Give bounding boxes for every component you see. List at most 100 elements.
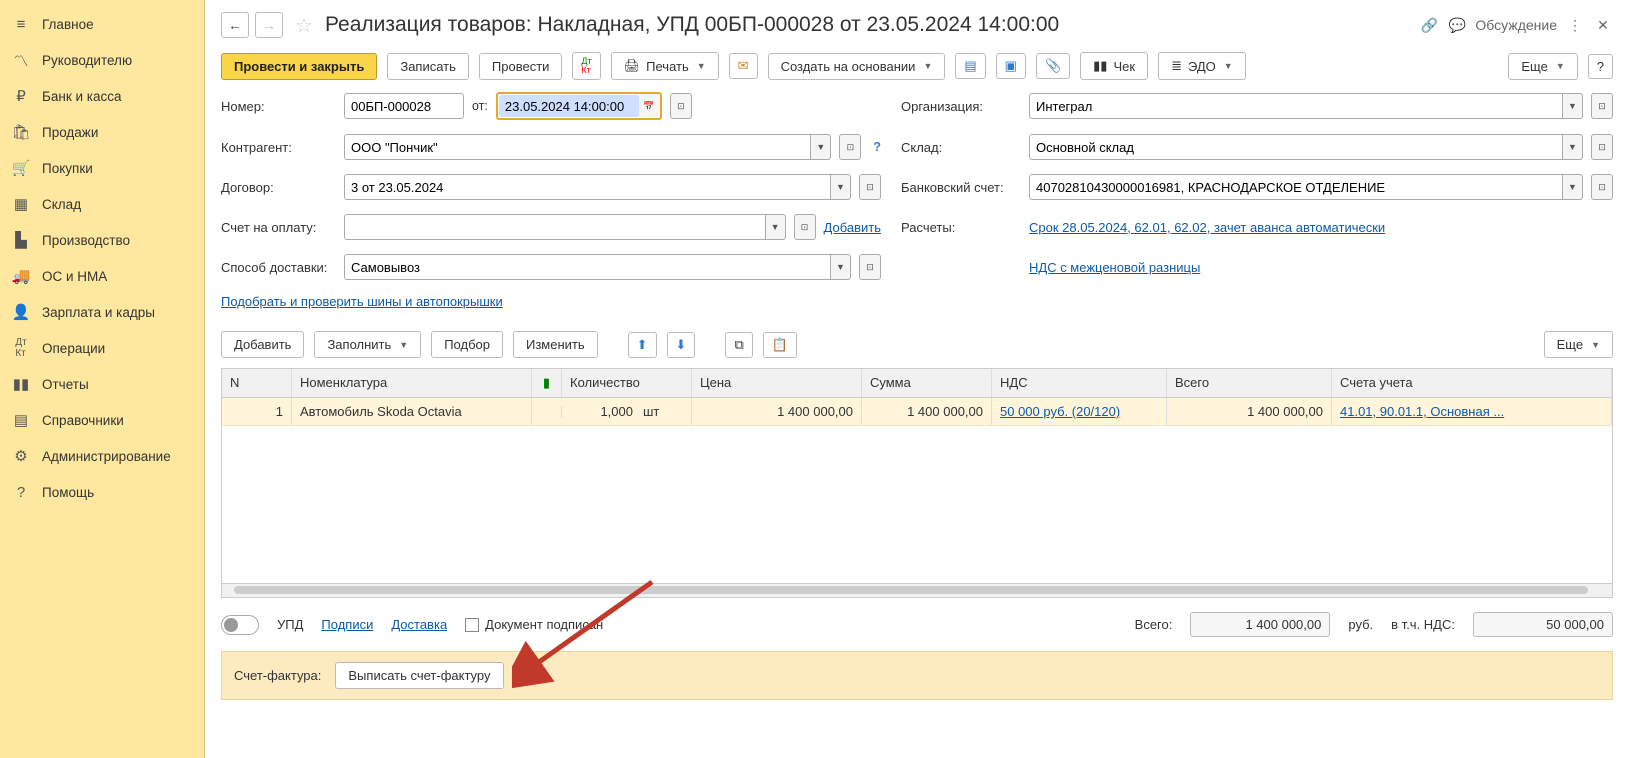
invoice-field[interactable]: [344, 214, 766, 240]
sidebar-item-main[interactable]: ≡Главное: [0, 6, 204, 42]
date-field[interactable]: [499, 95, 639, 117]
sidebar-item-hr[interactable]: 👤Зарплата и кадры: [0, 294, 204, 330]
org-field[interactable]: [1029, 93, 1563, 119]
back-button[interactable]: ←: [221, 12, 249, 38]
dropdown-icon[interactable]: ▼: [831, 174, 851, 200]
th-mark[interactable]: ▮: [532, 369, 562, 397]
th-sum[interactable]: Сумма: [862, 369, 992, 397]
sidebar-item-admin[interactable]: ⚙Администрирование: [0, 438, 204, 474]
table-scrollbar[interactable]: [222, 583, 1612, 597]
calendar-icon[interactable]: 📅: [639, 95, 659, 117]
link-icon[interactable]: 🔗: [1419, 15, 1439, 35]
cheque-button[interactable]: ▮▮Чек: [1080, 52, 1148, 80]
move-down-button[interactable]: ⬇: [667, 332, 696, 358]
settlements-link[interactable]: Срок 28.05.2024, 62.01, 62.02, зачет ава…: [1029, 220, 1385, 235]
open-icon[interactable]: ⊡: [794, 214, 816, 240]
save-button[interactable]: Записать: [387, 53, 469, 80]
dropdown-icon[interactable]: ▼: [811, 134, 831, 160]
table-pick-button[interactable]: Подбор: [431, 331, 503, 358]
th-nds[interactable]: НДС: [992, 369, 1167, 397]
side-label: Отчеты: [42, 377, 89, 392]
dropdown-icon[interactable]: ▼: [1563, 134, 1583, 160]
dtkt-button[interactable]: ДтКт: [572, 52, 600, 80]
table-row[interactable]: 1 Автомобиль Skoda Octavia 1,000шт 1 400…: [222, 398, 1612, 426]
dropdown-icon[interactable]: ▼: [831, 254, 851, 280]
paste-button[interactable]: 📋: [763, 332, 797, 358]
create-invoice-button[interactable]: Выписать счет-фактуру: [335, 662, 503, 689]
open-icon[interactable]: ⊡: [670, 93, 692, 119]
sidebar-item-manager[interactable]: 〽Руководителю: [0, 42, 204, 78]
warehouse-field[interactable]: [1029, 134, 1563, 160]
sidebar-item-directories[interactable]: ▤Справочники: [0, 402, 204, 438]
attach-button[interactable]: 📎: [1036, 53, 1070, 79]
th-quantity[interactable]: Количество: [562, 369, 692, 397]
table-change-button[interactable]: Изменить: [513, 331, 598, 358]
bank-field[interactable]: [1029, 174, 1563, 200]
cell-accounts: 41.01, 90.01.1, Основная ...: [1332, 398, 1612, 425]
main: ← → ☆ Реализация товаров: Накладная, УПД…: [205, 0, 1629, 758]
th-n[interactable]: N: [222, 369, 292, 397]
upd-label: УПД: [277, 617, 303, 632]
edo-button[interactable]: ≣ЭДО▼: [1158, 52, 1246, 80]
chat-icon[interactable]: 💬: [1447, 15, 1467, 35]
sidebar-item-bank[interactable]: ₽Банк и касса: [0, 78, 204, 114]
open-icon[interactable]: ⊡: [839, 134, 861, 160]
sidebar-item-purchases[interactable]: 🛒Покупки: [0, 150, 204, 186]
signed-checkbox[interactable]: [465, 618, 479, 632]
delivery-field[interactable]: [344, 254, 831, 280]
upd-toggle[interactable]: [221, 615, 259, 635]
sidebar-item-sales[interactable]: 🛍Продажи: [0, 114, 204, 150]
page-title: Реализация товаров: Накладная, УПД 00БП-…: [325, 13, 1059, 37]
toolbar-more-button[interactable]: Еще▼: [1508, 53, 1577, 80]
star-icon[interactable]: ☆: [295, 13, 313, 38]
more-icon[interactable]: ⋮: [1565, 15, 1585, 35]
doc1-button[interactable]: ▤: [955, 53, 985, 79]
sidebar-item-help[interactable]: ?Помощь: [0, 474, 204, 510]
open-icon[interactable]: ⊡: [1591, 93, 1613, 119]
sidebar-item-reports[interactable]: ▮▮Отчеты: [0, 366, 204, 402]
post-close-button[interactable]: Провести и закрыть: [221, 53, 377, 80]
sidebar-item-operations[interactable]: ДтКтОперации: [0, 330, 204, 366]
post-button[interactable]: Провести: [479, 53, 563, 80]
close-icon[interactable]: ✕: [1593, 15, 1613, 35]
move-up-button[interactable]: ⬆: [628, 332, 657, 358]
open-icon[interactable]: ⊡: [859, 174, 881, 200]
mail-button[interactable]: ✉: [729, 53, 758, 79]
forward-button[interactable]: →: [255, 12, 283, 38]
mark-icon: ▮: [543, 375, 550, 390]
sidebar-item-production[interactable]: ▙Производство: [0, 222, 204, 258]
check-tires-link[interactable]: Подобрать и проверить шины и автопокрышк…: [221, 294, 503, 309]
number-field[interactable]: [344, 93, 464, 119]
print-button[interactable]: 🖨Печать▼: [611, 52, 719, 80]
side-label: Банк и касса: [42, 89, 122, 104]
chart-icon: 〽: [12, 51, 30, 69]
th-total[interactable]: Всего: [1167, 369, 1332, 397]
hint-icon[interactable]: ?: [873, 140, 881, 154]
dropdown-icon[interactable]: ▼: [1563, 93, 1583, 119]
table-more-button[interactable]: Еще▼: [1544, 331, 1613, 358]
open-icon[interactable]: ⊡: [1591, 134, 1613, 160]
th-accounts[interactable]: Счета учета: [1332, 369, 1612, 397]
signatures-link[interactable]: Подписи: [321, 617, 373, 632]
help-button[interactable]: ?: [1588, 54, 1613, 79]
nds-link[interactable]: НДС с межценовой разницы: [1029, 260, 1200, 275]
create-based-button[interactable]: Создать на основании▼: [768, 53, 946, 80]
add-link[interactable]: Добавить: [824, 220, 881, 235]
sidebar-item-warehouse[interactable]: ▦Склад: [0, 186, 204, 222]
table-add-button[interactable]: Добавить: [221, 331, 304, 358]
open-icon[interactable]: ⊡: [1591, 174, 1613, 200]
dropdown-icon[interactable]: ▼: [766, 214, 786, 240]
th-nomenclature[interactable]: Номенклатура: [292, 369, 532, 397]
copy-button[interactable]: ⧉: [725, 332, 752, 358]
discuss-label[interactable]: Обсуждение: [1475, 17, 1557, 33]
sidebar-item-assets[interactable]: 🚚ОС и НМА: [0, 258, 204, 294]
open-icon[interactable]: ⊡: [859, 254, 881, 280]
table-fill-button[interactable]: Заполнить▼: [314, 331, 421, 358]
th-price[interactable]: Цена: [692, 369, 862, 397]
delivery-link[interactable]: Доставка: [391, 617, 447, 632]
doc2-button[interactable]: ▣: [996, 53, 1026, 79]
dropdown-icon[interactable]: ▼: [1563, 174, 1583, 200]
counterparty-field[interactable]: [344, 134, 811, 160]
cell-mark: [532, 406, 562, 418]
contract-field[interactable]: [344, 174, 831, 200]
